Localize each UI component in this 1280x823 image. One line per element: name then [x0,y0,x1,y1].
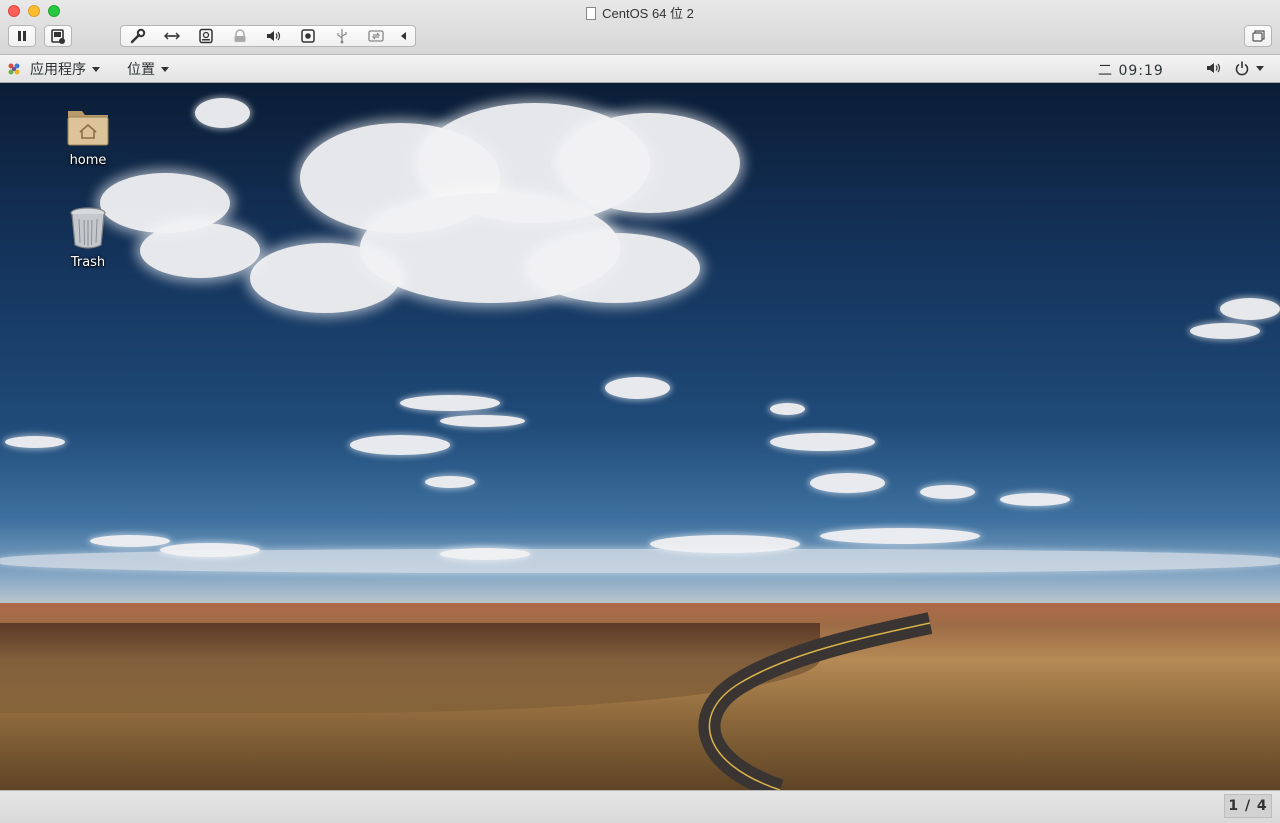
settings-button[interactable] [121,26,155,46]
sync-icon [368,30,384,42]
chevron-down-icon [1256,65,1264,71]
sound-button[interactable] [257,26,291,46]
sync-button[interactable] [359,26,393,46]
snapshot-icon [51,29,65,44]
chevron-down-icon [161,66,169,72]
harddisk-icon [199,28,213,44]
desktop-icon-home[interactable]: home [43,105,133,168]
places-menu-label: 位置 [127,62,155,78]
usb-button[interactable] [325,26,359,46]
applications-menu[interactable]: 应用程序 [6,59,100,79]
snapshot-button[interactable] [44,25,72,47]
window-title: CentOS 64 位 2 [602,6,694,21]
volume-icon [267,31,281,41]
network-arrows-icon [164,32,180,40]
panel-clock[interactable]: 二 09:19 [1098,60,1164,80]
desktop-icon-trash[interactable]: Trash [43,205,133,270]
collapse-arrow-icon [401,32,406,40]
restore-window-button[interactable] [1244,25,1272,47]
usb-icon [337,29,347,44]
power-icon [1235,61,1249,76]
gnome-foot-icon [8,63,20,75]
home-folder-icon [67,111,109,146]
lock-icon [234,29,246,42]
power-menu[interactable] [1234,60,1264,76]
gnome-top-panel: 应用程序 位置 二 09:19 [0,55,1280,83]
network-button[interactable] [155,26,189,46]
desktop-icon-label: Trash [70,255,106,270]
applications-menu-label: 应用程序 [30,62,86,78]
workspace-pager[interactable]: 1 / 4 [1224,794,1272,818]
camera-icon [301,29,315,43]
wrench-icon [130,28,146,44]
volume-status-button[interactable] [1205,60,1223,76]
vm-status-bar: 1 / 4 [0,790,1280,823]
vm-toolbar-group [120,25,416,47]
pause-button[interactable] [8,25,36,47]
trash-icon [70,207,106,249]
chevron-down-icon [92,66,100,72]
restore-window-icon [1252,30,1265,42]
places-menu[interactable]: 位置 [127,59,169,79]
volume-icon [1207,63,1221,73]
desktop-icon-label: home [69,153,107,168]
disc-button[interactable] [223,26,257,46]
harddisk-button[interactable] [189,26,223,46]
vm-document-icon [586,7,597,20]
camera-button[interactable] [291,26,325,46]
window-titlebar: CentOS 64 位 2 [0,0,1280,55]
collapse-toolbar-button[interactable] [393,26,415,46]
window-title-area: CentOS 64 位 2 [0,3,1280,22]
desert-road [698,612,933,790]
pause-icon [18,31,26,41]
desktop-area[interactable]: home Trash [0,83,1280,790]
